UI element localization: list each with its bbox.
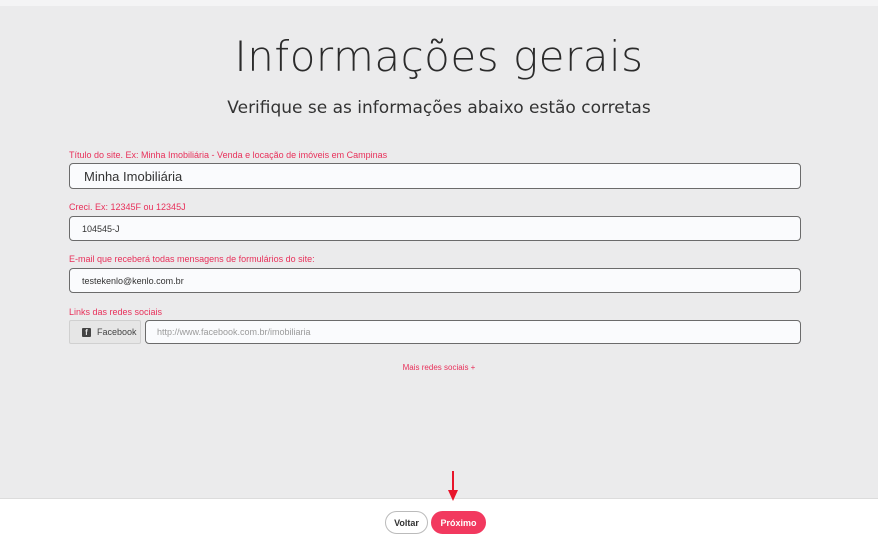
email-value: testekenlo@kenlo.com.br bbox=[82, 275, 184, 286]
facebook-addon-label: Facebook bbox=[97, 327, 137, 337]
footer-divider bbox=[0, 498, 878, 499]
facebook-addon: f Facebook bbox=[69, 320, 141, 344]
creci-input[interactable]: 104545-J bbox=[69, 216, 801, 241]
site-title-label: Título do site. Ex: Minha Imobiliária - … bbox=[69, 150, 388, 160]
facebook-url-input[interactable]: http://www.facebook.com.br/imobiliaria bbox=[145, 320, 801, 344]
red-arrow-down-icon-head bbox=[448, 490, 458, 501]
page-title: Informações gerais bbox=[234, 32, 644, 81]
facebook-input-group: f Facebook http://www.facebook.com.br/im… bbox=[69, 320, 801, 344]
facebook-url-placeholder: http://www.facebook.com.br/imobiliaria bbox=[157, 327, 311, 337]
email-label: E-mail que receberá todas mensagens de f… bbox=[69, 254, 315, 264]
creci-label: Creci. Ex: 12345F ou 12345J bbox=[69, 202, 186, 212]
next-button[interactable]: Próximo bbox=[431, 511, 486, 534]
more-social-networks-link[interactable]: Mais redes sociais + bbox=[0, 363, 878, 372]
email-input[interactable]: testekenlo@kenlo.com.br bbox=[69, 268, 801, 293]
social-links-label: Links das redes sociais bbox=[69, 307, 163, 317]
facebook-icon: f bbox=[82, 327, 91, 337]
top-strip bbox=[0, 0, 878, 6]
site-title-value: Minha Imobiliária bbox=[84, 168, 183, 184]
back-button[interactable]: Voltar bbox=[385, 511, 428, 534]
creci-value: 104545-J bbox=[82, 223, 120, 234]
page-subtitle: Verifique se as informações abaixo estão… bbox=[227, 98, 651, 118]
red-arrow-down-icon bbox=[452, 471, 454, 492]
site-title-input[interactable]: Minha Imobiliária bbox=[69, 163, 801, 189]
main-content-area: Informações gerais Verifique se as infor… bbox=[0, 0, 878, 498]
